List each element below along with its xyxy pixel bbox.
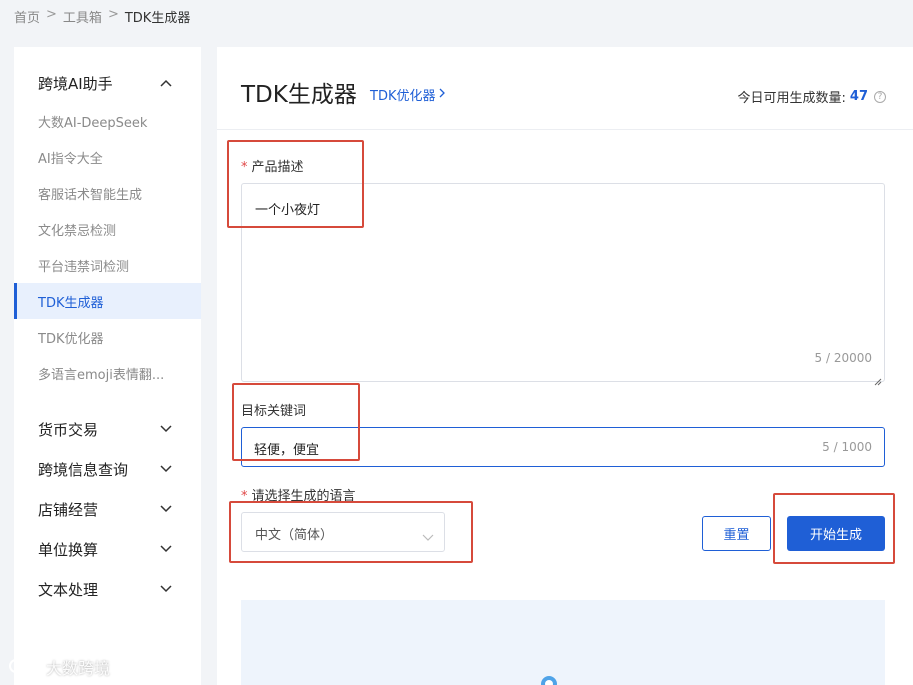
empty-state-illustration-icon [539,670,589,685]
chevron-down-icon [159,422,173,436]
watermark-logo-icon [8,655,42,679]
chevron-up-icon [159,76,173,90]
sidebar-group-label: 单位换算 [38,540,99,559]
page-header: TDK生成器 TDK优化器 今日可用生成数量: 47 ? [217,47,913,130]
generate-button[interactable]: 开始生成 [787,516,885,551]
breadcrumb-tools[interactable]: 工具箱 [63,7,102,26]
tdk-optimizer-link[interactable]: TDK优化器 [370,85,446,104]
description-char-count: 5 / 20000 [814,351,872,365]
sidebar-group-text[interactable]: 文本处理 [14,569,201,609]
sidebar-item-tdk-generator[interactable]: TDK生成器 [14,283,201,319]
product-description-value: 一个小夜灯 [255,203,321,218]
sidebar-item-emoji-translate[interactable]: 多语言emoji表情翻... [14,355,201,391]
chevron-down-icon [422,527,434,541]
language-select-value: 中文（简体） [255,528,334,543]
sidebar-group-label: 跨境信息查询 [38,460,129,479]
target-keyword-value: 轻便，便宜 [254,443,320,458]
sidebar-item-deepseek[interactable]: 大数AI-DeepSeek [14,103,201,139]
sidebar-item-service-scripts[interactable]: 客服话术智能生成 [14,175,201,211]
breadcrumb-home[interactable]: 首页 [14,7,40,26]
result-area [241,600,885,685]
keyword-char-count: 5 / 1000 [822,440,872,454]
reset-button[interactable]: 重置 [702,516,771,551]
desc-label: * 产品描述 [241,156,304,175]
breadcrumb-separator: > [46,7,57,22]
sidebar-group-label: 文本处理 [38,580,99,599]
sidebar-group-currency[interactable]: 货币交易 [14,409,201,449]
sidebar-item-ai-prompts[interactable]: AI指令大全 [14,139,201,175]
quota-info: 今日可用生成数量: 47 ? [738,87,886,106]
help-icon[interactable]: ? [874,90,886,103]
target-keyword-input[interactable]: 轻便，便宜 5 / 1000 [241,427,885,467]
breadcrumb-current: TDK生成器 [124,11,191,26]
page-title: TDK生成器 [241,82,357,108]
tdk-optimizer-link-label: TDK优化器 [370,89,436,104]
chevron-down-icon [159,582,173,596]
language-label-text: 请选择生成的语言 [251,489,356,504]
quota-label: 今日可用生成数量: [737,91,846,106]
main-panel: TDK生成器 TDK优化器 今日可用生成数量: 47 ? * 产品描述 一个小夜灯… [217,47,913,685]
sidebar-item-tdk-optimizer[interactable]: TDK优化器 [14,319,201,355]
sidebar-group-info-query[interactable]: 跨境信息查询 [14,449,201,489]
sidebar: 跨境AI助手 大数AI-DeepSeek AI指令大全 客服话术智能生成 文化禁… [14,47,201,685]
desc-label-text: 产品描述 [251,160,304,175]
sidebar-group-store[interactable]: 店铺经营 [14,489,201,529]
watermark: 大数跨境 [8,655,110,679]
product-description-textarea[interactable]: 一个小夜灯 5 / 20000 [241,183,885,386]
sidebar-group-label: 跨境AI助手 [38,74,113,93]
required-mark: * [241,160,248,175]
sidebar-group-label: 店铺经营 [38,500,99,519]
sidebar-group-ai-assistant[interactable]: 跨境AI助手 [14,63,201,103]
breadcrumb: 首页 > 工具箱 > TDK生成器 [14,7,190,26]
chevron-down-icon [159,462,173,476]
language-label: * 请选择生成的语言 [241,485,356,504]
breadcrumb-separator: > [107,7,119,22]
chevron-down-icon [159,502,173,516]
sidebar-group-label: 货币交易 [38,420,99,439]
sidebar-item-culture-taboo[interactable]: 文化禁忌检测 [14,211,201,247]
sidebar-group-unit-convert[interactable]: 单位换算 [14,529,201,569]
quota-value: 47 [849,89,868,104]
required-mark: * [241,489,248,504]
resize-handle-icon[interactable] [874,371,882,386]
keyword-label: 目标关键词 [241,404,307,419]
language-select[interactable]: 中文（简体） [241,512,445,552]
watermark-text: 大数跨境 [46,659,111,678]
sidebar-item-banned-words[interactable]: 平台违禁词检测 [14,247,201,283]
chevron-right-icon [439,87,446,102]
chevron-down-icon [159,542,173,556]
